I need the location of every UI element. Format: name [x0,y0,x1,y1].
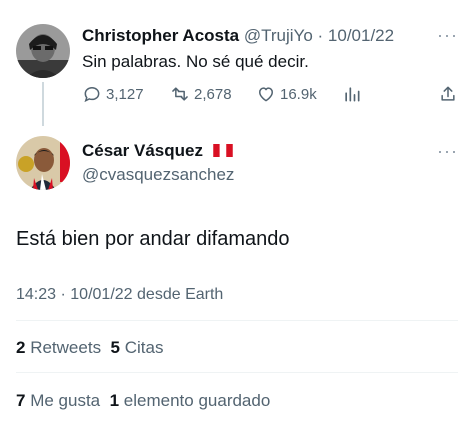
retweet-count: 2,678 [194,85,232,103]
avatar-image [16,24,70,78]
retweet-icon [172,87,188,101]
author-name[interactable]: César Vásquez [82,141,203,160]
thread-line [42,82,44,126]
retweets-label: Retweets [30,338,102,357]
retweets-stat[interactable]: 2 Retweets [16,338,101,357]
reply-count: 3,127 [106,85,144,103]
divider [16,372,458,373]
divider [16,320,458,321]
likes-stat[interactable]: 7 Me gusta [16,391,100,410]
stats-row-likes: 7 Me gusta 1 elemento guardado [16,391,270,411]
retweet-button[interactable]: 2,678 [170,84,232,104]
avatar-cesar[interactable] [16,136,70,190]
more-icon[interactable]: ··· [437,26,458,44]
avatar-image [16,136,70,190]
like-icon [259,87,273,102]
reply-tweet-text: Sin palabras. No sé qué decir. [82,52,309,71]
source-prefix: desde [137,286,181,303]
avatar-christopher[interactable] [16,24,70,78]
retweets-count: 2 [16,338,26,357]
reply-tweet-header: Christopher Acosta @TrujiYo · 10/01/22 [82,26,462,48]
quotes-count: 5 [110,338,120,357]
analytics-button[interactable] [342,84,362,104]
quotes-stat[interactable]: 5 Citas [111,338,164,357]
tweet-timestamp: 14:23 · 10/01/22 desde Earth [16,286,223,304]
author-name[interactable]: Christopher Acosta [82,26,239,45]
tweet-date[interactable]: 10/01/22 [328,26,394,45]
analytics-icon [345,87,360,102]
reply-button[interactable]: 3,127 [82,84,144,104]
bookmarks-count: 1 [109,391,120,410]
author-handle[interactable]: @cvasquezsanchez [82,165,234,185]
share-icon [441,86,455,101]
separator: · [317,26,324,45]
tweet-time[interactable]: 14:23 [16,286,56,303]
bookmarks-label: elemento guardado [123,391,271,410]
bookmarks-stat[interactable]: 1 elemento guardado [110,391,271,410]
separator: · [60,286,66,303]
like-count: 16.9k [280,85,317,103]
peru-flag-icon [213,144,234,158]
tweet-source[interactable]: Earth [185,286,223,303]
stats-row-retweets: 2 Retweets 5 Citas [16,338,163,358]
tweet-date[interactable]: 10/01/22 [70,286,132,303]
more-icon[interactable]: ··· [437,142,458,160]
quotes-label: Citas [124,338,164,357]
author-handle[interactable]: @TrujiYo [244,26,313,45]
likes-label: Me gusta [30,391,101,410]
main-tweet-author: César Vásquez [82,141,234,161]
main-tweet-text: Está bien por andar difamando [16,228,290,250]
like-button[interactable]: 16.9k [256,84,317,104]
share-button[interactable] [438,84,458,104]
reply-icon [84,86,100,103]
likes-count: 7 [16,391,26,410]
